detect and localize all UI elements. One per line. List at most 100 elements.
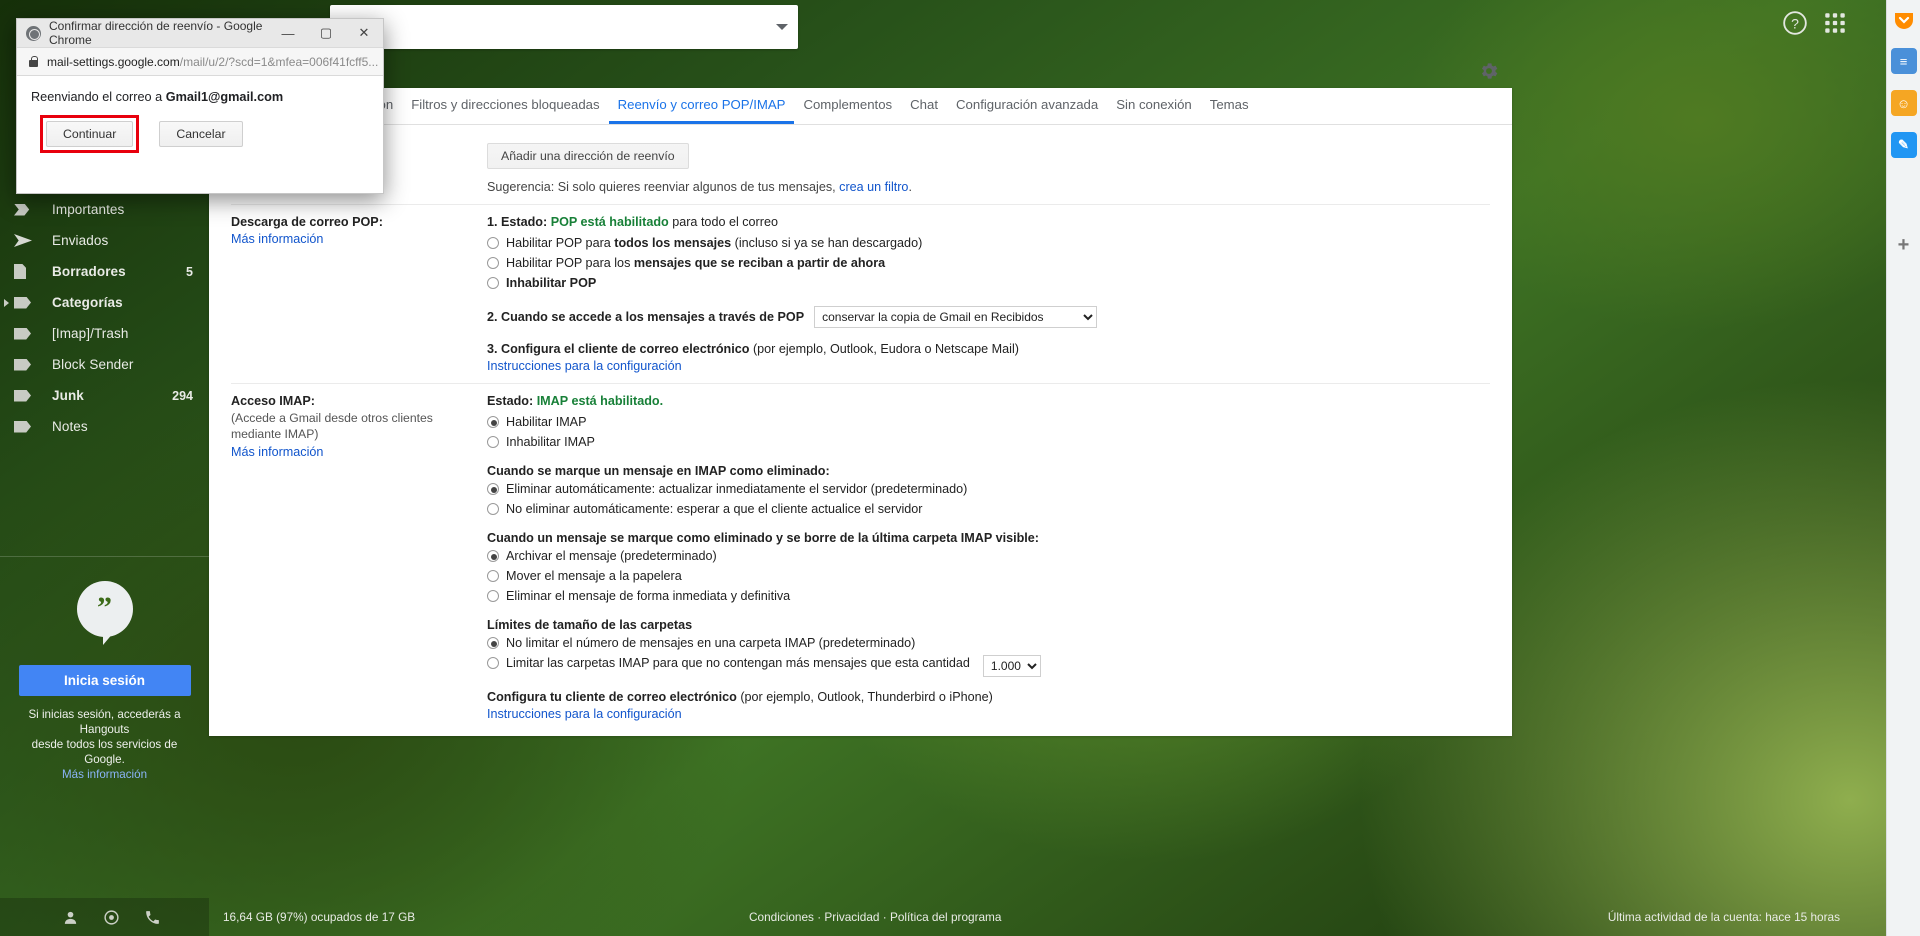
tab-complementos[interactable]: Complementos: [794, 88, 901, 124]
sidebar-item-count: 294: [172, 388, 193, 403]
radio-button[interactable]: [487, 277, 499, 289]
pop-option-all[interactable]: Habilitar POP para todos los mensajes (i…: [487, 235, 1490, 252]
pop-option-disable-label: Inhabilitar POP: [506, 276, 597, 290]
sidebar-item-label: Notes: [52, 419, 88, 434]
radio-button[interactable]: [487, 550, 499, 562]
minimize-icon[interactable]: —: [269, 19, 307, 48]
imap-expunge-heading: Cuando un mensaje se marque como elimina…: [487, 531, 1039, 545]
label-tag-icon: [14, 358, 52, 371]
last-activity-text: Última actividad de la cuenta: hace 15 h…: [1607, 910, 1840, 924]
help-icon[interactable]: ?: [1782, 10, 1808, 36]
terms-links[interactable]: Condiciones · Privacidad · Política del …: [749, 910, 1001, 924]
pop-status-suffix: para todo el correo: [668, 215, 778, 229]
imap-client-suffix: (por ejemplo, Outlook, Thunderbird o iPh…: [736, 690, 993, 704]
create-filter-link[interactable]: crea un filtro: [839, 180, 908, 194]
radio-button[interactable]: [487, 483, 499, 495]
continue-button[interactable]: Continuar: [46, 121, 134, 147]
imap-more-info-link[interactable]: Más información: [231, 445, 323, 459]
pop-step3-prefix: 3. Configura el cliente de correo electr…: [487, 342, 750, 356]
radio-button[interactable]: [487, 570, 499, 582]
pop-config-instructions-link[interactable]: Instrucciones para la configuración: [487, 359, 682, 373]
search-dropdown-icon[interactable]: [776, 24, 788, 30]
icon-glyph: ≡: [1899, 53, 1908, 69]
header-actions: ?: [1782, 10, 1848, 36]
imap-expunge-option-trash[interactable]: Mover el mensaje a la papelera: [487, 568, 1490, 585]
sidebar-item-block-sender[interactable]: Block Sender: [0, 349, 209, 380]
search-bar[interactable]: [330, 5, 798, 49]
imap-size-option-unlimited[interactable]: No limitar el número de mensajes en una …: [487, 635, 1490, 652]
imap-expunge-option-archive[interactable]: Archivar el mensaje (predeterminado): [487, 548, 1490, 565]
sidebar-item-imap-trash[interactable]: [Imap]/Trash: [0, 318, 209, 349]
tab-filtros-y-direcciones-bloqueadas[interactable]: Filtros y direcciones bloqueadas: [402, 88, 608, 124]
sidebar-item-notes[interactable]: Notes: [0, 411, 209, 442]
hangouts-more-info-link[interactable]: Más información: [62, 768, 147, 781]
person-icon[interactable]: [62, 909, 79, 926]
radio-button[interactable]: [487, 416, 499, 428]
imap-disable-option[interactable]: Inhabilitar IMAP: [487, 434, 1490, 451]
tab-reenvio-y-correo-pop-imap[interactable]: Reenvío y correo POP/IMAP: [609, 88, 795, 124]
imap-config-instructions-link[interactable]: Instrucciones para la configuración: [487, 707, 682, 721]
imap-size-limit-select[interactable]: 1.000: [982, 655, 1041, 677]
gmail-bottom-bar: 16,64 GB (97%) ocupados de 17 GB Condici…: [209, 898, 1886, 936]
radio-button[interactable]: [487, 657, 499, 669]
close-icon[interactable]: ✕: [345, 19, 383, 48]
forwarding-hint: Sugerencia: Si solo quieres reenviar alg…: [487, 180, 1490, 194]
sidebar-item-count: 5: [186, 264, 193, 279]
sidebar-item-junk[interactable]: Junk 294: [0, 380, 209, 411]
sidebar-item-categorias[interactable]: Categorías: [0, 287, 209, 318]
globe-icon: [26, 25, 41, 41]
radio-button[interactable]: [487, 590, 499, 602]
settings-gear-icon[interactable]: [1478, 60, 1500, 82]
radio-button[interactable]: [487, 436, 499, 448]
sidebar-item-borradores[interactable]: Borradores 5: [0, 256, 209, 287]
imap-deleted-heading: Cuando se marque un mensaje en IMAP como…: [487, 464, 830, 478]
edit-pen-icon[interactable]: ✎: [1890, 132, 1917, 158]
settings-body: Añadir una dirección de reenvío Sugerenc…: [209, 125, 1512, 736]
sidebar-item-enviados[interactable]: Enviados: [0, 225, 209, 256]
imap-expunge-option-delete[interactable]: Eliminar el mensaje de forma inmediata y…: [487, 588, 1490, 605]
pop-copy-select[interactable]: conservar la copia de Gmail en Recibidos: [814, 306, 1098, 328]
tab-configuracion-avanzada[interactable]: Configuración avanzada: [947, 88, 1107, 124]
tab-temas[interactable]: Temas: [1201, 88, 1258, 124]
hangouts-signin-button[interactable]: Inicia sesión: [18, 665, 191, 696]
radio-button[interactable]: [487, 503, 499, 515]
imap-expunge-delete-label: Eliminar el mensaje de forma inmediata y…: [506, 589, 791, 603]
hangouts-status-icon[interactable]: [103, 909, 120, 926]
maximize-icon[interactable]: ▢: [307, 19, 345, 48]
imap-content: Estado: IMAP está habilitado. Habilitar …: [487, 394, 1490, 721]
sidebar-item-importantes[interactable]: Importantes: [0, 194, 209, 225]
pop-option-from-now[interactable]: Habilitar POP para los mensajes que se r…: [487, 255, 1490, 272]
search-input[interactable]: [340, 19, 776, 35]
bookmark-collection-icon[interactable]: ≡: [1890, 48, 1917, 74]
imap-size-option-limited[interactable]: Limitar las carpetas IMAP para que no co…: [487, 655, 1490, 677]
popup-titlebar[interactable]: Confirmar dirección de reenvío - Google …: [17, 19, 383, 48]
phone-icon[interactable]: [144, 909, 161, 926]
pop-label-col: Descarga de correo POP: Más información: [231, 215, 487, 373]
imap-enable-option[interactable]: Habilitar IMAP: [487, 414, 1490, 431]
pop-more-info-link[interactable]: Más información: [231, 232, 323, 246]
icon-glyph: ☺: [1896, 95, 1911, 111]
radio-button[interactable]: [487, 237, 499, 249]
imap-section-sub: (Accede a Gmail desde otros clientes med…: [231, 411, 433, 441]
add-forwarding-address-button[interactable]: Añadir una dirección de reenvío: [487, 143, 689, 169]
popup-urlbar[interactable]: mail-settings.google.com/mail/u/2/?scd=1…: [17, 48, 383, 76]
label-tag-icon: [14, 389, 52, 402]
imap-size-heading: Límites de tamaño de las carpetas: [487, 618, 693, 632]
add-plus-icon[interactable]: +: [1891, 232, 1917, 258]
imap-deleted-option-manual[interactable]: No eliminar automáticamente: esperar a q…: [487, 501, 1490, 518]
imap-deleted-option-auto[interactable]: Eliminar automáticamente: actualizar inm…: [487, 481, 1490, 498]
radio-button[interactable]: [487, 257, 499, 269]
radio-button[interactable]: [487, 637, 499, 649]
popup-cancel-button[interactable]: Cancelar: [159, 121, 243, 147]
chevron-right-icon[interactable]: [4, 299, 9, 307]
pop-step3-suffix: (por ejemplo, Outlook, Eudora o Netscape…: [749, 342, 1019, 356]
apps-grid-icon[interactable]: [1822, 10, 1848, 36]
label-tag-icon: [14, 420, 52, 433]
tab-chat[interactable]: Chat: [901, 88, 947, 124]
chat-bubble-icon[interactable]: ☺: [1890, 90, 1917, 116]
pop-status-line: 1. Estado: POP está habilitado para todo…: [487, 215, 1490, 229]
pop-option-disable[interactable]: Inhabilitar POP: [487, 275, 1490, 292]
popup-content: Reenviando el correo a Gmail1@gmail.com …: [17, 76, 383, 153]
firefox-pocket-icon[interactable]: [1892, 8, 1916, 32]
tab-sin-conexion[interactable]: Sin conexión: [1107, 88, 1201, 124]
